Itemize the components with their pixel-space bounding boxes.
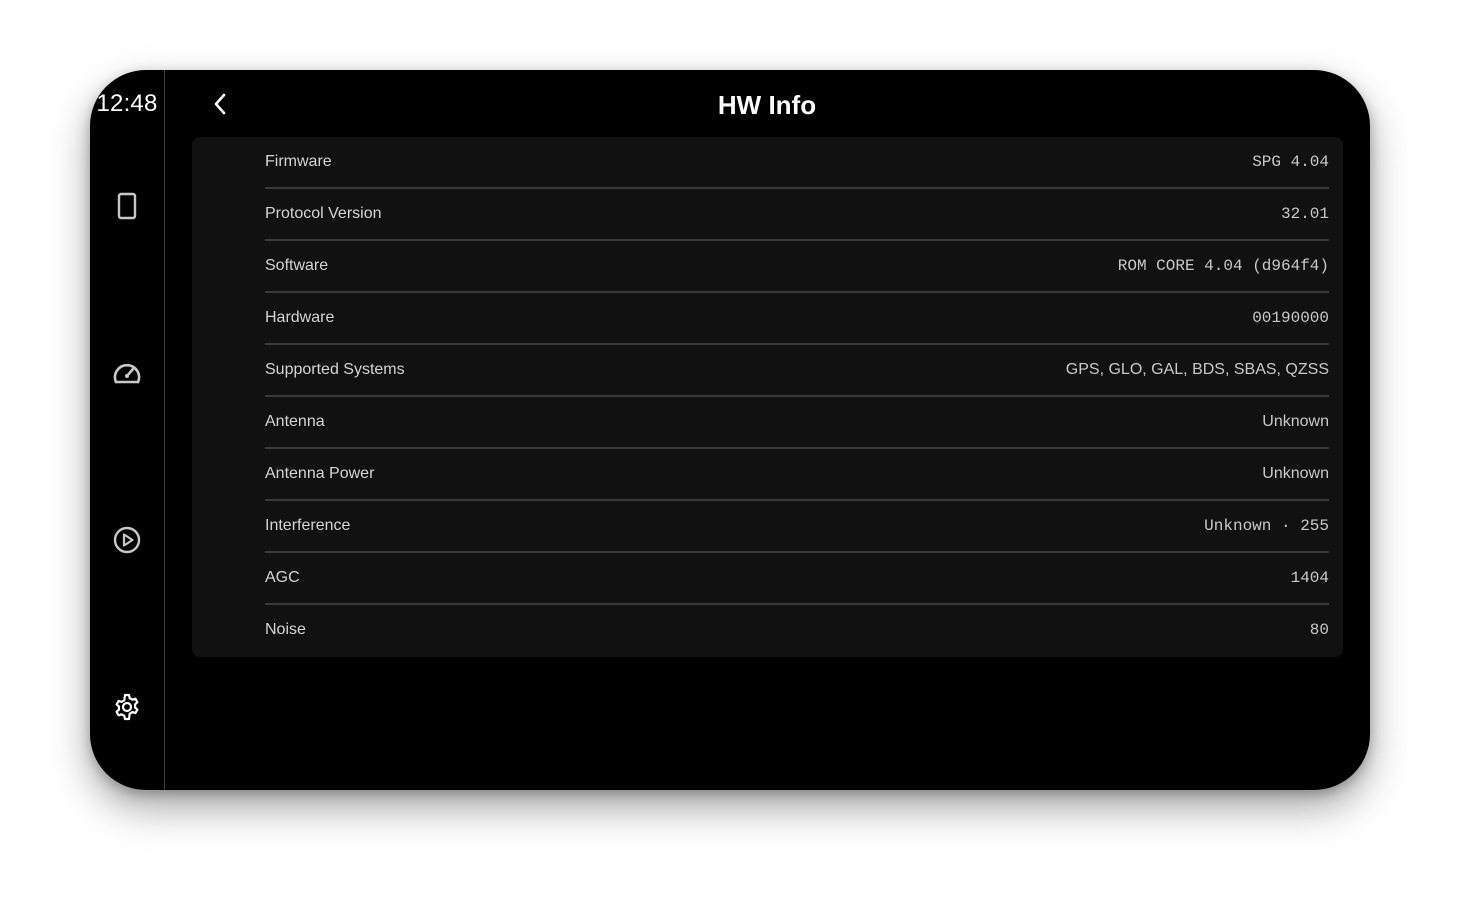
- play-circle-icon: [112, 525, 142, 555]
- row-agc[interactable]: AGC 1404: [265, 553, 1329, 605]
- row-protocol-version[interactable]: Protocol Version 32.01: [265, 189, 1329, 241]
- row-value: 80: [1309, 621, 1329, 639]
- page-title: HW Info: [717, 90, 817, 120]
- row-supported-systems[interactable]: Supported Systems GPS, GLO, GAL, BDS, SB…: [265, 345, 1329, 397]
- gear-icon: [112, 692, 142, 722]
- row-label: Hardware: [265, 309, 335, 326]
- status-clock: 12:48: [96, 90, 158, 117]
- row-value: Unknown: [1262, 465, 1329, 482]
- row-value: SPG 4.04: [1252, 153, 1329, 171]
- row-hardware[interactable]: Hardware 00190000: [265, 293, 1329, 345]
- device-screen: 12:48 HW Info Firmware SPG 4.04 Protocol…: [90, 70, 1370, 790]
- row-software[interactable]: Software ROM CORE 4.04 (d964f4): [265, 241, 1329, 293]
- tablet-icon: [116, 192, 138, 220]
- nav-settings-button[interactable]: [111, 691, 143, 723]
- row-label: Software: [265, 257, 329, 274]
- row-label: AGC: [265, 569, 300, 586]
- speedometer-icon: [112, 360, 142, 386]
- row-value: Unknown: [1262, 413, 1329, 430]
- row-value: 1404: [1290, 569, 1329, 587]
- row-label: Antenna Power: [265, 465, 375, 482]
- row-label: Antenna: [265, 413, 325, 430]
- row-antenna[interactable]: Antenna Unknown: [265, 397, 1329, 449]
- row-label: Protocol Version: [265, 205, 382, 222]
- row-label: Noise: [265, 621, 306, 638]
- row-value: ROM CORE 4.04 (d964f4): [1117, 257, 1329, 275]
- row-interference[interactable]: Interference Unknown · 255: [265, 501, 1329, 553]
- row-noise[interactable]: Noise 80: [265, 605, 1329, 657]
- row-antenna-power[interactable]: Antenna Power Unknown: [265, 449, 1329, 501]
- nav-dashboard-button[interactable]: [111, 357, 143, 389]
- row-label: Interference: [265, 517, 351, 534]
- sidebar: 12:48: [90, 70, 165, 790]
- row-value: GPS, GLO, GAL, BDS, SBAS, QZSS: [1065, 361, 1329, 378]
- row-value: Unknown · 255: [1204, 517, 1329, 535]
- nav-playback-button[interactable]: [111, 524, 143, 556]
- row-firmware[interactable]: Firmware SPG 4.04: [265, 137, 1329, 189]
- nav-device-button[interactable]: [111, 190, 143, 222]
- row-label: Supported Systems: [265, 361, 405, 378]
- row-value: 32.01: [1280, 205, 1329, 223]
- header: HW Info: [164, 70, 1370, 137]
- hw-info-list: Firmware SPG 4.04 Protocol Version 32.01…: [192, 137, 1343, 657]
- row-label: Firmware: [265, 153, 332, 170]
- row-value: 00190000: [1252, 309, 1329, 327]
